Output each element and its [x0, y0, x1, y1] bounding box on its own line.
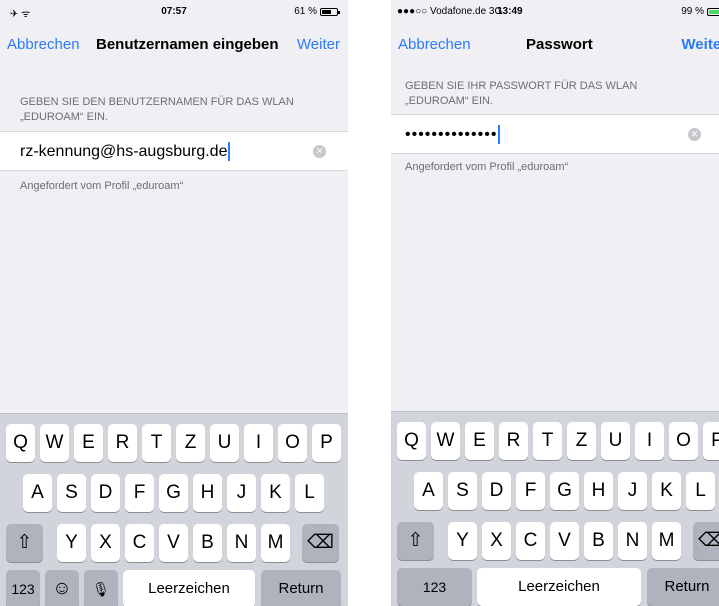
- section-header: GEBEN SIE IHR PASSWORT FÜR DAS WLAN „EDU…: [405, 80, 638, 107]
- key-h[interactable]: H: [193, 474, 222, 512]
- battery-icon: [320, 7, 340, 16]
- key-l[interactable]: L: [295, 474, 324, 512]
- battery-percentage: 99 %: [681, 6, 704, 17]
- key-k[interactable]: K: [652, 472, 681, 510]
- key-g[interactable]: G: [159, 474, 188, 512]
- profile-note: Angefordert vom Profil „eduroam“: [20, 180, 184, 192]
- key-n[interactable]: N: [227, 524, 256, 562]
- key-n[interactable]: N: [618, 522, 647, 560]
- key-f[interactable]: F: [516, 472, 545, 510]
- mic-key[interactable]: 🎙: [84, 570, 118, 606]
- key-c[interactable]: C: [125, 524, 154, 562]
- text-caret: [228, 142, 231, 161]
- key-r[interactable]: R: [108, 424, 137, 462]
- key-f[interactable]: F: [125, 474, 154, 512]
- key-g[interactable]: G: [550, 472, 579, 510]
- key-o[interactable]: O: [669, 422, 698, 460]
- key-a[interactable]: A: [414, 472, 443, 510]
- key-u[interactable]: U: [601, 422, 630, 460]
- key-u[interactable]: U: [210, 424, 239, 462]
- key-r[interactable]: R: [499, 422, 528, 460]
- password-screen: ●●●○○ Vodafone.de 3G 13:49 99 % Abbreche…: [391, 0, 719, 606]
- key-d[interactable]: D: [482, 472, 511, 510]
- delete-key[interactable]: ⌫: [302, 524, 339, 562]
- status-bar: ✈ ᯤ 07:57 61 %: [0, 0, 348, 22]
- key-q[interactable]: Q: [6, 424, 35, 462]
- key-i[interactable]: I: [635, 422, 664, 460]
- shift-key[interactable]: ⇧: [6, 524, 43, 562]
- nav-bar: Abbrechen Passwort Weiter: [391, 24, 719, 64]
- space-key[interactable]: Leerzeichen: [477, 568, 641, 606]
- clear-icon[interactable]: ✕: [688, 128, 701, 141]
- key-z[interactable]: Z: [567, 422, 596, 460]
- key-l[interactable]: L: [686, 472, 715, 510]
- section-header: GEBEN SIE DEN BENUTZERNAMEN FÜR DAS WLAN…: [20, 96, 294, 123]
- cancel-button[interactable]: Abbrechen: [7, 36, 80, 53]
- next-button[interactable]: Weiter: [681, 36, 719, 53]
- password-field[interactable]: •••••••••••••• ✕: [391, 114, 719, 154]
- key-e[interactable]: E: [465, 422, 494, 460]
- key-z[interactable]: Z: [176, 424, 205, 462]
- battery-icon: [707, 7, 719, 16]
- key-d[interactable]: D: [91, 474, 120, 512]
- return-key[interactable]: Return: [647, 568, 719, 606]
- key-h[interactable]: H: [584, 472, 613, 510]
- key-x[interactable]: X: [482, 522, 511, 560]
- key-t[interactable]: T: [142, 424, 171, 462]
- username-value: rz-kennung@hs-augsburg.de: [20, 142, 228, 160]
- emoji-key[interactable]: ☺: [45, 570, 79, 606]
- key-p[interactable]: P: [703, 422, 719, 460]
- numbers-key[interactable]: 123: [397, 568, 472, 606]
- username-field[interactable]: rz-kennung@hs-augsburg.de ✕: [0, 131, 348, 171]
- key-s[interactable]: S: [57, 474, 86, 512]
- keyboard: Q W E R T Z U I O P A S D F G H J K L ⇧ Y X C V B N M ⌫ 123 ☺ 🎙 Leerzei…: [0, 413, 348, 606]
- key-x[interactable]: X: [91, 524, 120, 562]
- key-k[interactable]: K: [261, 474, 290, 512]
- key-s[interactable]: S: [448, 472, 477, 510]
- keyboard: Q W E R T Z U I O P A S D F G H J K L ⇧ Y X C V B N M ⌫ 123 Leerzeich…: [391, 411, 719, 606]
- key-y[interactable]: Y: [57, 524, 86, 562]
- key-v[interactable]: V: [159, 524, 188, 562]
- key-q[interactable]: Q: [397, 422, 426, 460]
- key-c[interactable]: C: [516, 522, 545, 560]
- key-e[interactable]: E: [74, 424, 103, 462]
- battery-percentage: 61 %: [294, 6, 317, 17]
- status-bar: ●●●○○ Vodafone.de 3G 13:49 99 %: [391, 0, 719, 22]
- password-value: ••••••••••••••: [405, 125, 498, 143]
- key-a[interactable]: A: [23, 474, 52, 512]
- profile-note: Angefordert vom Profil „eduroam“: [405, 161, 569, 173]
- key-b[interactable]: B: [193, 524, 222, 562]
- key-o[interactable]: O: [278, 424, 307, 462]
- key-j[interactable]: J: [618, 472, 647, 510]
- key-w[interactable]: W: [431, 422, 460, 460]
- clear-icon[interactable]: ✕: [313, 145, 326, 158]
- page-title: Benutzernamen eingeben: [96, 36, 279, 53]
- text-caret: [498, 125, 501, 144]
- key-p[interactable]: P: [312, 424, 341, 462]
- key-b[interactable]: B: [584, 522, 613, 560]
- key-y[interactable]: Y: [448, 522, 477, 560]
- numbers-key[interactable]: 123: [6, 570, 40, 606]
- key-m[interactable]: M: [652, 522, 681, 560]
- space-key[interactable]: Leerzeichen: [123, 570, 255, 606]
- username-screen: ✈ ᯤ 07:57 61 % Abbrechen Benutzernamen e…: [0, 0, 348, 606]
- nav-bar: Abbrechen Benutzernamen eingeben Weiter: [0, 24, 348, 64]
- cancel-button[interactable]: Abbrechen: [398, 36, 471, 53]
- key-j[interactable]: J: [227, 474, 256, 512]
- delete-key[interactable]: ⌫: [693, 522, 719, 560]
- page-title: Passwort: [526, 36, 593, 53]
- key-v[interactable]: V: [550, 522, 579, 560]
- key-w[interactable]: W: [40, 424, 69, 462]
- next-button[interactable]: Weiter: [297, 36, 340, 53]
- shift-key[interactable]: ⇧: [397, 522, 434, 560]
- key-i[interactable]: I: [244, 424, 273, 462]
- key-t[interactable]: T: [533, 422, 562, 460]
- key-m[interactable]: M: [261, 524, 290, 562]
- carrier-signal: ●●●○○ Vodafone.de 3G: [397, 6, 503, 17]
- return-key[interactable]: Return: [261, 570, 341, 606]
